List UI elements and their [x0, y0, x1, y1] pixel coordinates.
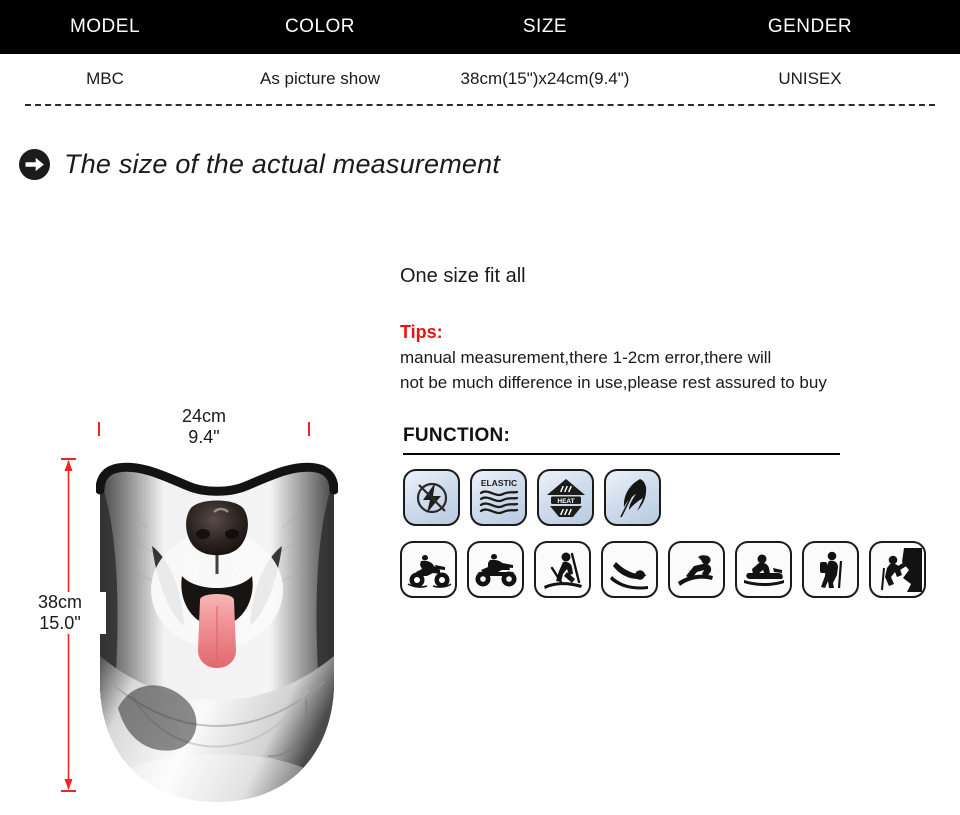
product-photo	[95, 450, 339, 810]
spec-table-header-row: MODEL COLOR SIZE GENDER	[0, 0, 960, 54]
circle-arrow-right-icon	[18, 148, 51, 181]
motorcycle-icon	[400, 541, 457, 598]
width-value-cm: 24cm	[181, 406, 226, 426]
spec-header-model: MODEL	[69, 16, 141, 37]
spec-value-size: 38cm(15")x24cm(9.4")	[460, 69, 630, 88]
sports-icon-row	[400, 541, 926, 598]
dashed-divider	[25, 104, 935, 106]
function-title: FUNCTION:	[403, 425, 511, 446]
one-size-text: One size fit all	[400, 265, 526, 287]
spec-table-value-row: MBC As picture show 38cm(15")x24cm(9.4")…	[0, 54, 960, 104]
spec-header-gender: GENDER	[767, 16, 853, 37]
rock-climbing-icon	[869, 541, 926, 598]
heat-retention-icon: HEAT	[537, 469, 594, 526]
spec-value-color: As picture show	[260, 69, 380, 88]
feature-icon-row: ELASTIC HEAT	[403, 469, 943, 526]
function-section: FUNCTION: ELASTIC HEAT	[403, 425, 943, 526]
tips-label: Tips:	[400, 322, 443, 342]
width-label: 24cm 9.4"	[100, 406, 308, 448]
lightweight-feather-icon	[604, 469, 661, 526]
height-value-inch: 15.0"	[39, 613, 81, 633]
spec-header-color: COLOR	[284, 16, 356, 37]
height-label: 38cm 15.0"	[14, 592, 106, 634]
function-underline	[403, 453, 840, 455]
snowmobile-icon	[735, 541, 792, 598]
section-heading: The size of the actual measurement	[18, 148, 500, 181]
width-value-inch: 9.4"	[188, 427, 220, 447]
atv-quad-bike-icon	[467, 541, 524, 598]
spec-table: MODEL COLOR SIZE GENDER MBC As picture s…	[0, 0, 960, 104]
elastic-label: ELASTIC	[480, 478, 516, 488]
spec-value-gender: UNISEX	[778, 69, 842, 88]
heat-label: HEAT	[557, 497, 574, 504]
spec-value-model: MBC	[86, 69, 124, 88]
section-heading-text: The size of the actual measurement	[64, 149, 501, 179]
tips-line-1: manual measurement,there 1-2cm error,the…	[400, 348, 772, 367]
anti-static-windproof-icon	[403, 469, 460, 526]
cross-country-skiing-icon	[534, 541, 591, 598]
elastic-icon: ELASTIC	[470, 469, 527, 526]
sledding-icon	[601, 541, 658, 598]
height-value-cm: 38cm	[37, 592, 82, 612]
spec-header-size: SIZE	[522, 16, 568, 37]
tips-line-2: not be much difference in use,please res…	[400, 373, 827, 392]
info-column: One size fit all Tips: manual measuremen…	[400, 265, 945, 395]
hiking-icon	[802, 541, 859, 598]
snowboarding-icon	[668, 541, 725, 598]
measurement-block: 24cm 9.4" 38cm 15.0"	[0, 200, 390, 802]
